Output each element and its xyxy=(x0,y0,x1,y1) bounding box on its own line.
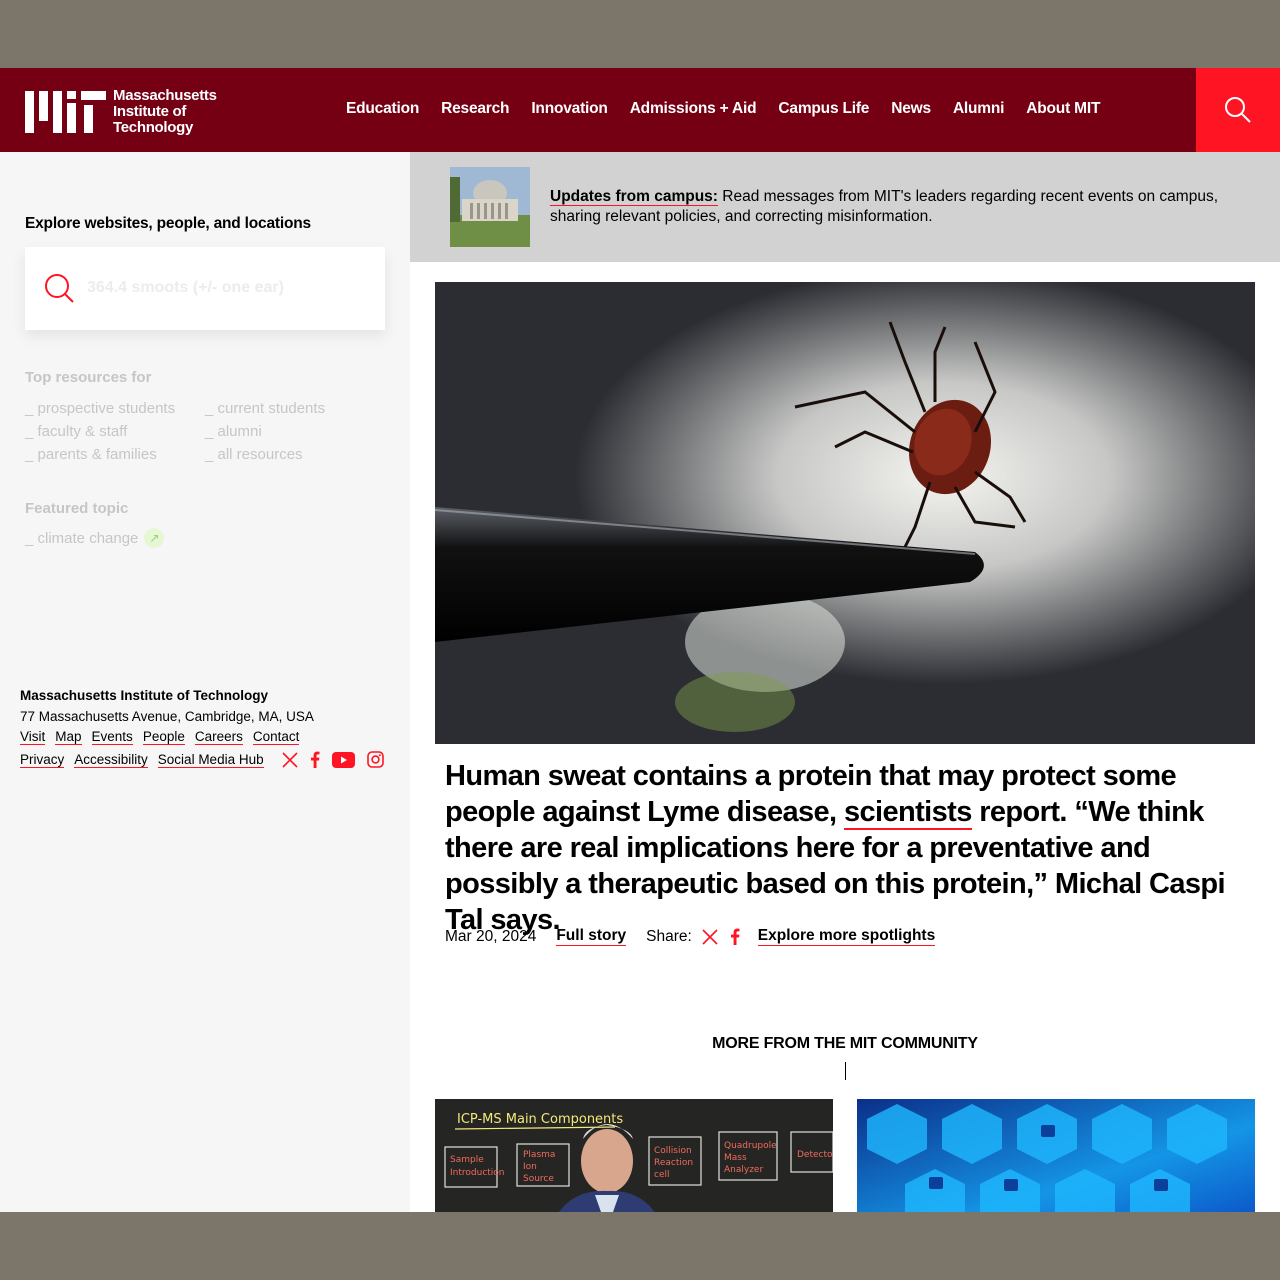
resource-current-students[interactable]: _ current students xyxy=(205,400,385,417)
site-header: Massachusetts Institute of Technology Ed… xyxy=(0,68,1280,152)
footer-link-people[interactable]: People xyxy=(142,729,185,745)
institute-name: Massachusetts Institute of Technology xyxy=(20,688,269,703)
full-story-link[interactable]: Full story xyxy=(556,927,627,946)
great-dome-thumbnail[interactable] xyxy=(450,167,530,247)
nav-research[interactable]: Research xyxy=(441,100,509,118)
explore-label: Explore websites, people, and locations xyxy=(25,215,311,232)
featured-topic-label: _ climate change xyxy=(25,529,139,547)
nav-admissions-aid[interactable]: Admissions + Aid xyxy=(630,100,757,118)
institute-address: 77 Massachusetts Avenue, Cambridge, MA, … xyxy=(20,709,314,724)
svg-text:Ion: Ion xyxy=(523,1162,537,1172)
footer-link-privacy[interactable]: Privacy xyxy=(20,752,65,768)
x-icon[interactable] xyxy=(702,928,718,945)
footer-links-row-1: Visit Map Events People Careers Contact xyxy=(20,729,384,745)
featured-topic-link[interactable]: _ climate change ↗ xyxy=(25,528,165,548)
resource-parents-families[interactable]: _ parents & families xyxy=(25,446,205,463)
community-card-cybersecurity[interactable] xyxy=(857,1099,1255,1212)
instagram-icon[interactable] xyxy=(366,751,384,768)
search-icon xyxy=(45,274,74,303)
footer-link-contact[interactable]: Contact xyxy=(252,729,300,745)
nav-alumni[interactable]: Alumni xyxy=(953,100,1005,118)
svg-text:Mass: Mass xyxy=(724,1153,747,1163)
site-search-input[interactable] xyxy=(87,273,367,303)
footer-links-row-2: Privacy Accessibility Social Media Hub xyxy=(20,751,384,768)
board-title: ICP-MS Main Components xyxy=(457,1112,623,1127)
footer-link-map[interactable]: Map xyxy=(55,729,82,745)
svg-text:Detector: Detector xyxy=(797,1150,833,1160)
svg-text:Plasma: Plasma xyxy=(523,1150,555,1160)
nav-news[interactable]: News xyxy=(891,100,931,118)
social-icons xyxy=(282,751,384,768)
youtube-icon[interactable] xyxy=(331,751,355,768)
mit-logo-mark xyxy=(25,91,106,133)
site-search-box xyxy=(25,247,385,330)
svg-text:Quadrupole: Quadrupole xyxy=(724,1141,777,1151)
svg-text:Analyzer: Analyzer xyxy=(724,1165,763,1175)
resource-links: _ prospective students _ current student… xyxy=(25,400,385,463)
footer-link-social-media-hub[interactable]: Social Media Hub xyxy=(157,752,264,768)
divider-line xyxy=(845,1062,846,1080)
mit-logo[interactable]: Massachusetts Institute of Technology xyxy=(25,88,217,136)
svg-text:Sample: Sample xyxy=(450,1155,484,1165)
svg-text:Reaction: Reaction xyxy=(654,1158,693,1168)
resource-prospective-students[interactable]: _ prospective students xyxy=(25,400,205,417)
explore-more-spotlights-link[interactable]: Explore more spotlights xyxy=(757,927,936,946)
campus-updates-banner: Updates from campus: Read messages from … xyxy=(410,152,1280,262)
spotlight-headline: Human sweat contains a protein that may … xyxy=(445,758,1255,938)
header-search-button[interactable] xyxy=(1196,68,1280,152)
svg-text:Collision: Collision xyxy=(654,1146,692,1156)
nav-about-mit[interactable]: About MIT xyxy=(1026,100,1100,118)
resource-all-resources[interactable]: _ all resources xyxy=(205,446,385,463)
spotlight-date: Mar 20, 2024 xyxy=(445,927,537,945)
svg-text:cell: cell xyxy=(654,1170,670,1180)
facebook-icon[interactable] xyxy=(310,751,320,768)
mit-logo-text: Massachusetts Institute of Technology xyxy=(113,87,217,136)
nav-innovation[interactable]: Innovation xyxy=(531,100,608,118)
search-icon xyxy=(1225,97,1251,123)
featured-topic-heading: Featured topic xyxy=(25,500,129,517)
resource-faculty-staff[interactable]: _ faculty & staff xyxy=(25,423,205,440)
arrow-up-right-icon: ↗ xyxy=(144,528,165,548)
main-nav: Education Research Innovation Admissions… xyxy=(346,100,1100,118)
more-from-community-heading: MORE FROM THE MIT COMMUNITY xyxy=(712,1035,978,1052)
footer-link-careers[interactable]: Careers xyxy=(194,729,243,745)
svg-text:Source: Source xyxy=(523,1174,554,1184)
sidebar: Explore websites, people, and locations … xyxy=(0,152,410,1212)
nav-campus-life[interactable]: Campus Life xyxy=(778,100,869,118)
top-resources-heading: Top resources for xyxy=(25,369,152,386)
footer-link-events[interactable]: Events xyxy=(91,729,133,745)
facebook-icon[interactable] xyxy=(730,928,740,945)
scientists-link[interactable]: scientists xyxy=(843,796,972,830)
footer-link-accessibility[interactable]: Accessibility xyxy=(74,752,148,768)
campus-updates-link[interactable]: Updates from campus: xyxy=(550,188,718,206)
institute-footer: Massachusetts Institute of Technology 77… xyxy=(20,688,384,774)
footer-link-visit[interactable]: Visit xyxy=(20,729,46,745)
share-label: Share: xyxy=(646,927,692,945)
x-icon[interactable] xyxy=(282,751,298,768)
svg-text:Introduction: Introduction xyxy=(450,1168,505,1178)
spotlight-meta: Mar 20, 2024 Full story Share: Explore m… xyxy=(445,927,936,946)
browser-viewport: Massachusetts Institute of Technology Ed… xyxy=(0,68,1280,1212)
spotlight-image xyxy=(435,282,1255,744)
community-card-icp-ms[interactable]: ICP-MS Main Components Sample Introducti… xyxy=(435,1099,833,1212)
resource-alumni[interactable]: _ alumni xyxy=(205,423,385,440)
campus-updates-message: Updates from campus: Read messages from … xyxy=(550,187,1250,227)
nav-education[interactable]: Education xyxy=(346,100,419,118)
